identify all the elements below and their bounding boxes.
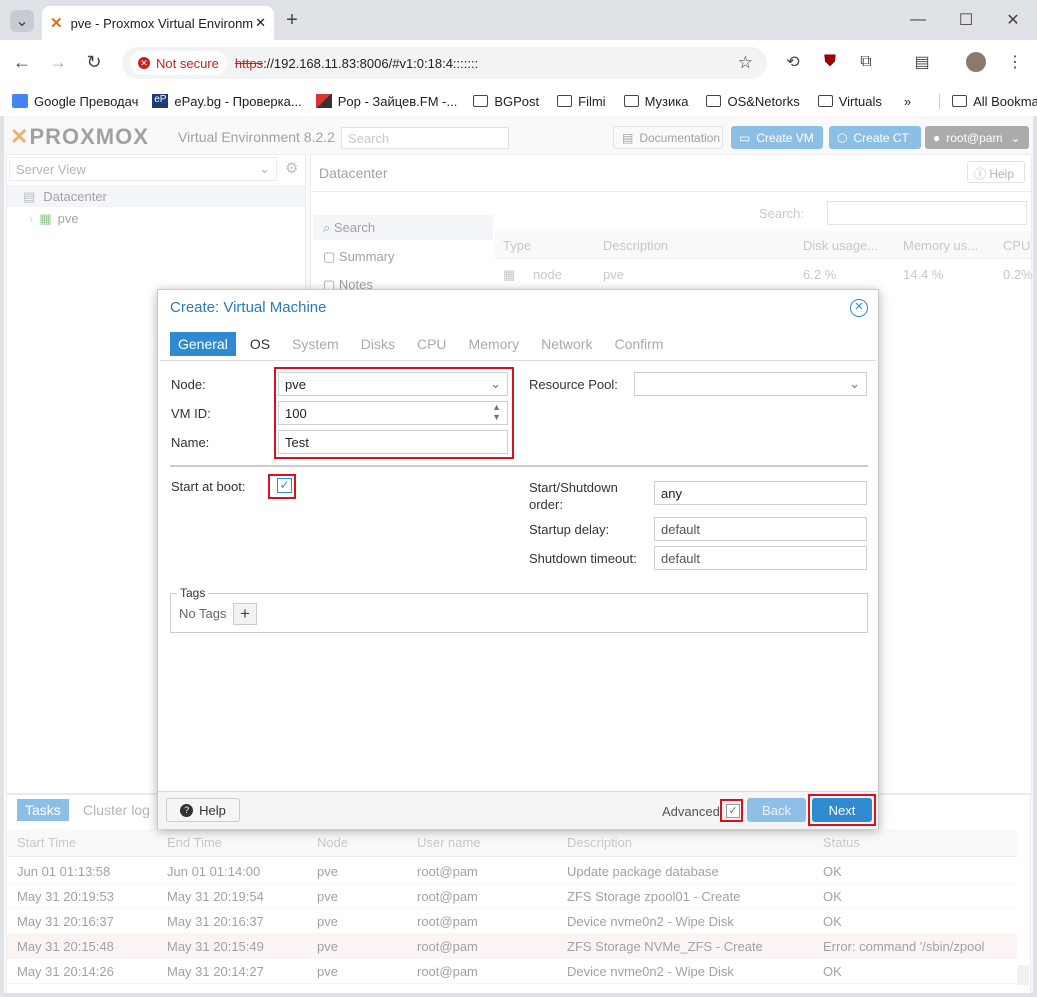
chevron-down-icon: ⌄ bbox=[849, 376, 860, 391]
close-tab-icon[interactable]: ✕ bbox=[255, 15, 266, 31]
shutdown-timeout-input[interactable]: default bbox=[654, 546, 867, 570]
tab-disks[interactable]: Disks bbox=[353, 332, 403, 356]
warning-icon: ✕ bbox=[138, 57, 150, 69]
bookmark-folder-virtuals[interactable]: Virtuals bbox=[817, 94, 882, 109]
menu-icon[interactable]: ⋮ bbox=[1005, 52, 1025, 72]
forward-icon[interactable]: → bbox=[48, 52, 68, 72]
browser-toolbar: ← → ↻ ✕ Not secure https://192.168.11.83… bbox=[0, 40, 1037, 86]
close-window-icon[interactable]: ✕ bbox=[1003, 10, 1023, 30]
maximize-icon[interactable]: ☐ bbox=[956, 10, 976, 30]
close-dialog-icon[interactable]: ✕ bbox=[850, 299, 868, 317]
url-rest: ://192.168.11.83:8006/#v1:0:18:4::::::: bbox=[263, 55, 479, 71]
address-bar[interactable]: ✕ Not secure https://192.168.11.83:8006/… bbox=[122, 47, 767, 79]
minimize-icon[interactable]: — bbox=[908, 10, 928, 30]
profile-avatar-icon[interactable] bbox=[966, 52, 986, 72]
bookmarks-bar: Google Преводач eP ePay.bg - Проверка... … bbox=[0, 86, 1037, 116]
name-label: Name: bbox=[171, 435, 210, 450]
advanced-label: Advanced bbox=[662, 804, 720, 819]
epay-icon: eP bbox=[152, 94, 169, 108]
bookmark-epay[interactable]: eP ePay.bg - Проверка... bbox=[152, 94, 302, 109]
tab-memory[interactable]: Memory bbox=[461, 332, 528, 356]
startup-delay-label: Startup delay: bbox=[529, 522, 610, 537]
folder-icon bbox=[623, 95, 639, 107]
add-tag-button[interactable]: + bbox=[233, 603, 257, 625]
start-shutdown-order-label: Start/Shutdown order: bbox=[529, 480, 618, 512]
folder-icon bbox=[817, 95, 833, 107]
tags-legend: Tags bbox=[177, 586, 209, 600]
tab-system[interactable]: System bbox=[284, 332, 347, 356]
start-shutdown-order-input[interactable]: any bbox=[654, 481, 867, 505]
url-text: https://192.168.11.83:8006/#v1:0:18:4:::… bbox=[235, 56, 478, 71]
startup-delay-input[interactable]: default bbox=[654, 517, 867, 541]
start-at-boot-label: Start at boot: bbox=[171, 479, 246, 494]
shutdown-timeout-label: Shutdown timeout: bbox=[529, 551, 637, 566]
folder-icon bbox=[706, 95, 722, 107]
highlight-box bbox=[808, 794, 876, 826]
tab-general[interactable]: General bbox=[170, 332, 236, 356]
new-tab-icon[interactable]: + bbox=[282, 9, 302, 31]
bookmark-folder-muzika[interactable]: Музика bbox=[623, 94, 688, 109]
vmid-label: VM ID: bbox=[171, 406, 211, 421]
highlight-box bbox=[274, 367, 514, 459]
bookmark-pop-fm[interactable]: Pop - Зайцев.FM -... bbox=[315, 94, 457, 109]
proxmox-favicon-icon: ✕ bbox=[50, 15, 63, 32]
extension-history-icon[interactable]: ⟲ bbox=[783, 52, 803, 72]
bookmark-folder-osnetorks[interactable]: OS&Netorks bbox=[706, 94, 800, 109]
tab-cpu[interactable]: CPU bbox=[409, 332, 455, 356]
all-bookmarks-button[interactable]: All Bookmarks bbox=[939, 93, 1037, 109]
highlight-box bbox=[720, 799, 743, 822]
reading-list-icon[interactable]: ▤ bbox=[912, 52, 932, 72]
bookmark-google-translate[interactable]: Google Преводач bbox=[12, 94, 138, 109]
security-chip[interactable]: ✕ Not secure bbox=[130, 51, 227, 75]
url-scheme: https bbox=[234, 55, 264, 71]
bookmark-star-icon[interactable]: ☆ bbox=[738, 53, 753, 73]
ublock-icon[interactable]: ⛊ bbox=[820, 52, 840, 72]
folder-icon bbox=[952, 95, 968, 107]
browser-tab[interactable]: ✕ pve - Proxmox Virtual Environm ✕ bbox=[42, 6, 274, 40]
folder-icon bbox=[557, 95, 573, 107]
back-button[interactable]: Back bbox=[747, 798, 806, 822]
resource-pool-label: Resource Pool: bbox=[529, 377, 618, 392]
google-translate-icon bbox=[12, 94, 28, 108]
tab-search-button[interactable]: ⌄ bbox=[10, 10, 34, 32]
folder-icon bbox=[473, 95, 489, 107]
back-icon[interactable]: ← bbox=[12, 52, 32, 72]
extensions-icon[interactable]: ⧉ bbox=[856, 52, 876, 72]
tags-fieldset: Tags No Tags + bbox=[170, 586, 868, 633]
tab-title: pve - Proxmox Virtual Environm bbox=[70, 15, 254, 31]
tab-network[interactable]: Network bbox=[533, 332, 600, 356]
not-secure-label: Not secure bbox=[156, 55, 219, 71]
pop-fm-icon bbox=[315, 94, 332, 108]
dialog-title: Create: Virtual Machine bbox=[170, 299, 327, 316]
highlight-box bbox=[268, 474, 296, 499]
tab-confirm[interactable]: Confirm bbox=[606, 332, 671, 356]
bookmark-folder-bgpost[interactable]: BGPost bbox=[473, 94, 539, 109]
wizard-tabs: General OS System Disks CPU Memory Netwo… bbox=[170, 332, 677, 356]
question-icon: ? bbox=[180, 803, 194, 817]
dialog-footer: ? Help Advanced ✓ Back Next bbox=[158, 791, 878, 829]
no-tags-label: No Tags bbox=[179, 606, 227, 621]
dialog-help-button[interactable]: ? Help bbox=[166, 798, 240, 822]
resource-pool-select[interactable]: ⌄ bbox=[634, 372, 867, 396]
create-vm-dialog: Create: Virtual Machine ✕ General OS Sys… bbox=[157, 289, 879, 829]
bookmark-folder-filmi[interactable]: Filmi bbox=[557, 94, 606, 109]
reload-icon[interactable]: ↻ bbox=[84, 52, 104, 72]
browser-tab-strip: ⌄ ✕ pve - Proxmox Virtual Environm ✕ + —… bbox=[0, 0, 1037, 40]
bookmarks-overflow-button[interactable]: » bbox=[904, 94, 911, 109]
tab-os[interactable]: OS bbox=[242, 332, 278, 356]
node-label: Node: bbox=[171, 377, 206, 392]
